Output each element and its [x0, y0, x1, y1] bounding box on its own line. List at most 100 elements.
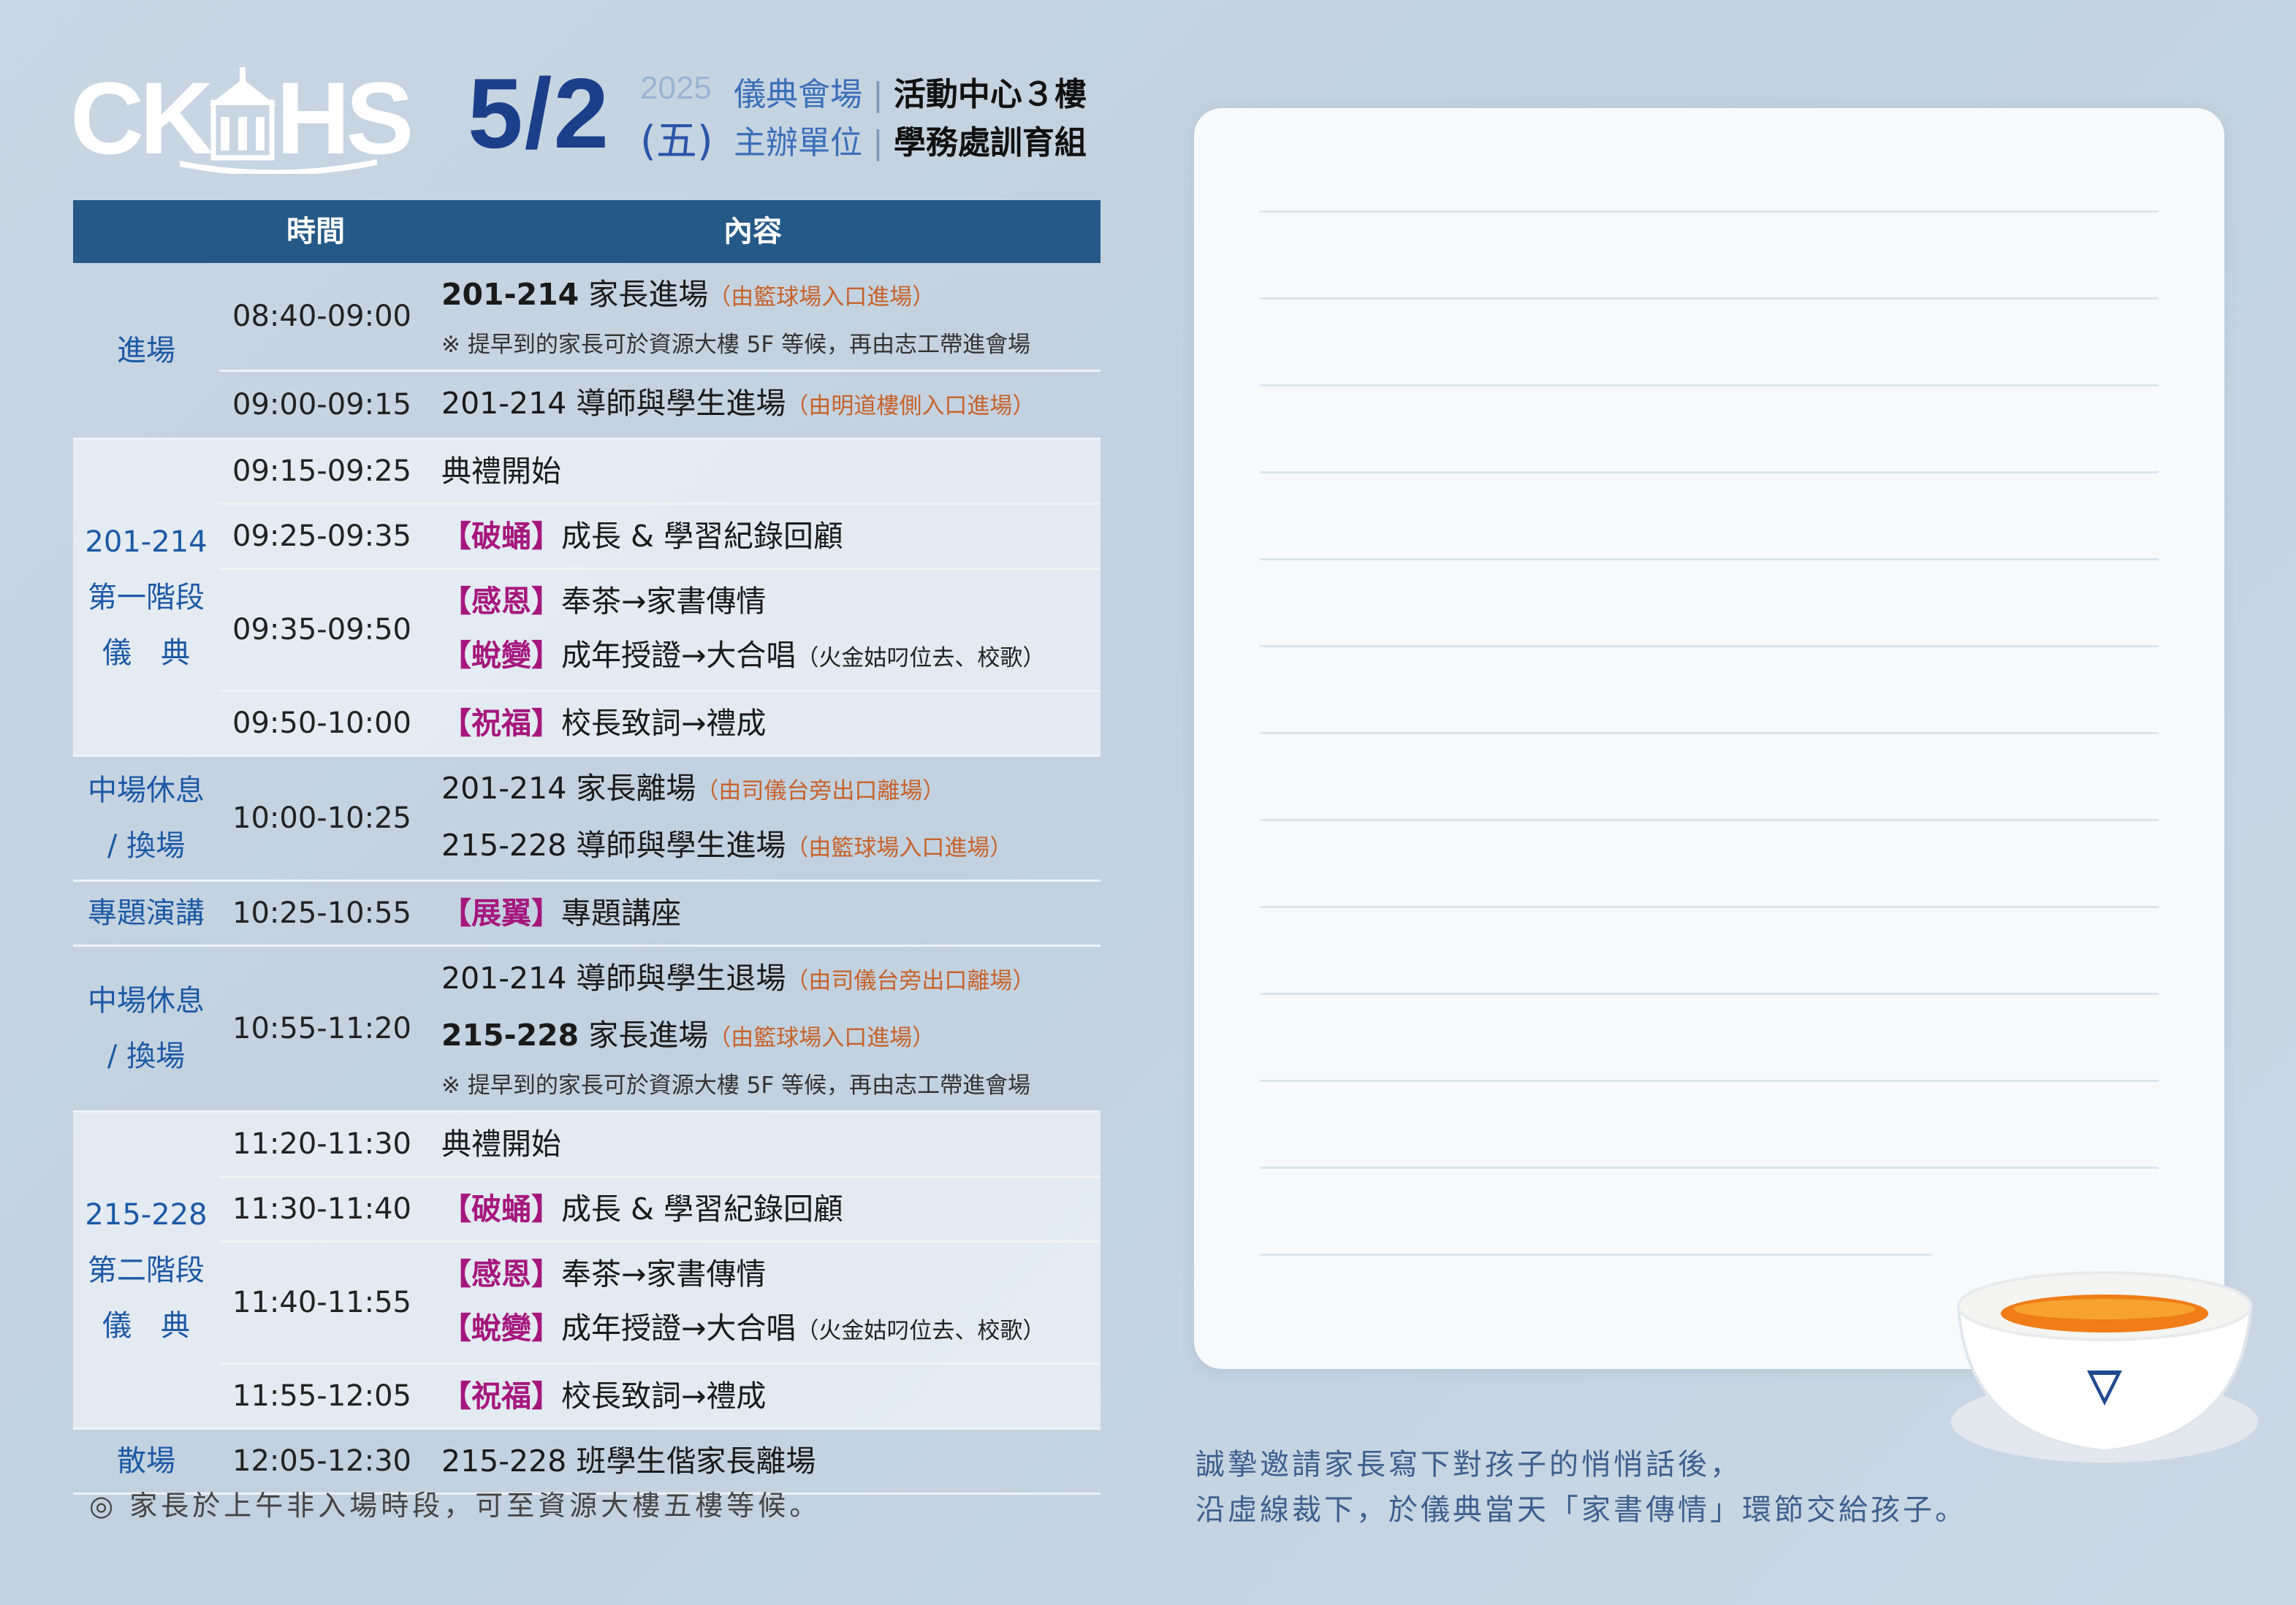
writing-line	[1260, 558, 2159, 560]
writing-line	[1260, 993, 2159, 995]
schedule-row: 09:00-09:15 201-214 導師與學生進場（由明道樓側入口進場）	[219, 370, 1101, 438]
venue-label: 儀典會場	[734, 76, 862, 113]
event-date: 5/2	[468, 58, 611, 169]
content-text: 奉茶→家書傳情	[561, 1257, 767, 1292]
svg-text:CK: CK	[70, 64, 213, 174]
route-note: （由司儀台旁出口離場）	[786, 968, 1035, 994]
content-line: 【感恩】奉茶→家書傳情	[441, 574, 1101, 628]
content-line: 201-214 家長離場（由司儀台旁出口離場）	[441, 761, 1101, 818]
content-text: 215-228 班學生偕家長離場	[441, 1444, 816, 1479]
slot-content: 【祝福】校長致詞→禮成	[441, 1365, 1101, 1427]
content-line: 【感恩】奉茶→家書傳情	[441, 1247, 1101, 1301]
content-text: 奉茶→家書傳情	[561, 584, 767, 619]
group-label: 201-214 第一階段儀 典	[73, 440, 219, 755]
content-text: 201-214 家長離場	[441, 771, 696, 806]
slot-content: 【破蛹】成長 & 學習紀錄回顧	[441, 505, 1101, 568]
footnote: ◎ 家長於上午非入場時段，可至資源大樓五樓等候。	[89, 1490, 821, 1522]
schedule-row: 09:15-09:25 典禮開始	[219, 440, 1101, 503]
group-label-line: 進場	[117, 333, 175, 367]
schedule-row: 08:40-09:00 201-214 家長進場（由籃球場入口進場） ※ 提早到的家…	[219, 263, 1101, 370]
content-line: 215-228 導師與學生進場（由籃球場入口進場）	[441, 818, 1101, 875]
venue-separator: |	[873, 76, 883, 113]
schedule-row: 09:50-10:00 【祝福】校長致詞→禮成	[219, 690, 1101, 755]
writing-line	[1260, 1167, 2159, 1169]
schedule-group: 201-214 第一階段儀 典 09:15-09:25 典禮開始 09:25-09:35…	[73, 440, 1101, 757]
ceremony-tag: 【感恩】	[441, 1257, 561, 1292]
invitation-line: 沿虛線裁下，於儀典當天「家書傳情」環節交給孩子。	[1195, 1493, 1967, 1527]
writing-line	[1260, 906, 2159, 908]
content-line: 【破蛹】成長 & 學習紀錄回顧	[441, 1182, 1101, 1236]
schedule-group: 進場 08:40-09:00 201-214 家長進場（由籃球場入口進場） ※ 提早到…	[73, 263, 1101, 440]
slot-content: 典禮開始	[441, 1113, 1101, 1175]
ceremony-tag: 【破蛹】	[441, 519, 561, 554]
group-label-line: 專題演講	[88, 896, 205, 930]
schedule-row: 10:00-10:25 201-214 家長離場（由司儀台旁出口離場） 215-22…	[219, 757, 1101, 880]
content-text: 校長致詞→禮成	[561, 706, 767, 741]
content-text: 家長進場	[579, 277, 709, 312]
group-label-line: 中場休息	[88, 984, 205, 1018]
route-note: （由籃球場入口進場）	[708, 284, 935, 310]
time-slot: 09:00-09:15	[232, 388, 411, 422]
venue-info: 儀典會場 | 活動中心３樓	[734, 73, 1087, 117]
school-building-logo-icon: CK HS	[70, 64, 414, 174]
content-line: 【祝福】校長致詞→禮成	[441, 1369, 1101, 1423]
content-text: 215-228	[441, 1018, 579, 1053]
content-line: ※ 提早到的家長可於資源大樓 5F 等候，再由志工帶進會場	[441, 324, 1101, 365]
event-year: 2025	[640, 70, 712, 106]
group-label-line: 215-228	[85, 1197, 208, 1232]
schedule-group: 中場休息 / 換場 10:00-10:25 201-214 家長離場（由司儀台旁出口離…	[73, 757, 1101, 882]
ceremony-tag: 【祝福】	[441, 1379, 561, 1414]
content-line: 201-214 家長進場（由籃球場入口進場）	[441, 267, 1101, 324]
schedule-row: 09:25-09:35 【破蛹】成長 & 學習紀錄回顧	[219, 503, 1101, 568]
content-text: 專題講座	[561, 896, 681, 931]
route-note: （由籃球場入口進場）	[786, 835, 1013, 861]
group-label: 215-228 第二階段儀 典	[73, 1113, 219, 1427]
organizer-separator: |	[873, 124, 883, 161]
content-text: （火金姑叼位去、校歌）	[796, 1318, 1046, 1344]
content-line: 【蛻變】成年授證→大合唱（火金姑叼位去、校歌）	[441, 628, 1101, 685]
writing-line	[1260, 471, 2159, 473]
content-text: 成年授證→大合唱	[561, 1311, 797, 1346]
schedule-row: 09:35-09:50 【感恩】奉茶→家書傳情 【蛻變】成年授證→大合唱（火金姑叼位…	[219, 568, 1101, 690]
time-slot: 08:40-09:00	[232, 300, 411, 333]
time-slot: 11:40-11:55	[232, 1286, 411, 1319]
time-slot: 11:55-12:05	[232, 1379, 411, 1413]
writing-line	[1260, 1080, 2159, 1082]
slot-content: 【感恩】奉茶→家書傳情 【蛻變】成年授證→大合唱（火金姑叼位去、校歌）	[441, 1243, 1101, 1362]
slot-content: 201-214 導師與學生進場（由明道樓側入口進場）	[441, 372, 1101, 438]
table-header: 時間 內容	[73, 200, 1101, 263]
time-slot: 11:30-11:40	[232, 1192, 411, 1226]
ceremony-tag: 【破蛹】	[441, 1192, 561, 1227]
time-slot: 10:55-11:20	[232, 1012, 411, 1045]
content-text: 家長進場	[579, 1018, 709, 1053]
content-line: 【展翼】專題講座	[441, 886, 1101, 940]
content-text: 成長 & 學習紀錄回顧	[561, 519, 844, 554]
slot-content: 【感恩】奉茶→家書傳情 【蛻變】成年授證→大合唱（火金姑叼位去、校歌）	[441, 570, 1101, 690]
content-text: （火金姑叼位去、校歌）	[796, 645, 1046, 671]
content-text: 成年授證→大合唱	[561, 638, 797, 673]
organizer-label: 主辦單位	[734, 124, 862, 161]
content-line: 215-228 家長進場（由籃球場入口進場）	[441, 1008, 1101, 1065]
schedule-row: 10:25-10:55 【展翼】專題講座	[219, 882, 1101, 945]
content-text: ※ 提早到的家長可於資源大樓 5F 等候，再由志工帶進會場	[441, 1072, 1031, 1099]
letter-note-card	[1194, 108, 2224, 1369]
time-slot: 09:15-09:25	[232, 454, 411, 488]
writing-line	[1260, 210, 2159, 213]
group-label-line: 散場	[117, 1444, 175, 1478]
header-content: 內容	[723, 215, 782, 248]
group-label-line: 儀 典	[102, 1308, 190, 1343]
content-line: 201-214 導師與學生進場（由明道樓側入口進場）	[441, 376, 1101, 433]
content-line: 215-228 班學生偕家長離場	[441, 1434, 1101, 1488]
content-text: 典禮開始	[441, 454, 561, 489]
schedule-row: 11:30-11:40 【破蛹】成長 & 學習紀錄回顧	[219, 1175, 1101, 1240]
group-label: 中場休息 / 換場	[73, 757, 219, 880]
writing-line	[1260, 384, 2159, 386]
writing-line	[1260, 819, 2159, 821]
content-text: 201-214 導師與學生退場	[441, 961, 786, 996]
time-slot: 09:50-10:00	[232, 706, 411, 740]
time-slot: 09:35-09:50	[232, 613, 411, 647]
group-label: 專題演講	[73, 882, 219, 945]
ceremony-tag: 【蛻變】	[441, 638, 561, 673]
writing-line	[1260, 297, 2159, 300]
schedule-row: 11:20-11:30 典禮開始	[219, 1113, 1101, 1175]
